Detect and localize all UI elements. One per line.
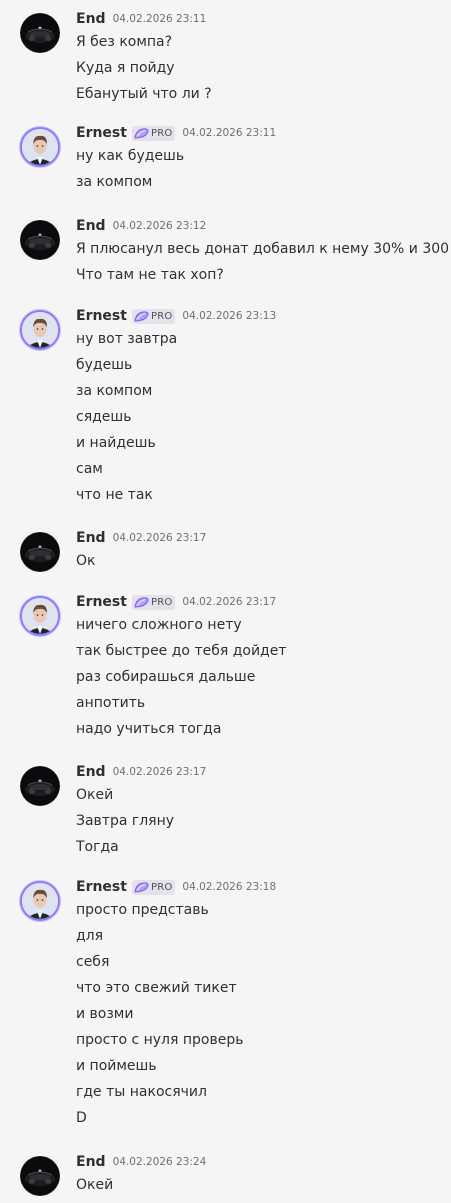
pro-gem-icon: [134, 310, 149, 322]
avatar[interactable]: [20, 220, 60, 260]
message-line: Ебанутый что ли ?: [76, 86, 212, 102]
avatar[interactable]: [20, 127, 60, 167]
username[interactable]: Ernest: [76, 879, 127, 895]
message-content: Я без компа? Куда я пойду Ебанутый что л…: [76, 29, 212, 107]
message-line: Окей: [76, 1177, 114, 1193]
username[interactable]: End: [76, 1154, 106, 1170]
message-line: будешь: [76, 357, 133, 373]
message-line: за компом: [76, 174, 153, 190]
username[interactable]: End: [76, 218, 106, 234]
timestamp[interactable]: 04.02.2026 23:13: [182, 310, 276, 322]
pro-badge-label: PRO: [150, 127, 173, 139]
pro-badge-label: PRO: [150, 310, 173, 322]
timestamp[interactable]: 04.02.2026 23:11: [182, 127, 276, 139]
message-content: Окей Завтра гляну Тогда: [76, 782, 174, 860]
message-header: End 04.02.2026 23:17: [76, 762, 206, 782]
message-line: Я плюсанул весь донат добавил к нему 30%…: [76, 241, 450, 257]
message-line: что не так: [76, 487, 153, 503]
avatar[interactable]: [20, 766, 60, 806]
message-line: где ты накосячил: [76, 1084, 207, 1100]
message-line: себя: [76, 954, 110, 970]
avatar[interactable]: [20, 1156, 60, 1196]
message-line: раз собирашься дальше: [76, 669, 256, 685]
avatar[interactable]: [20, 13, 60, 53]
message-line: просто представь: [76, 902, 209, 918]
message-line: Ок: [76, 553, 96, 569]
message-content: ну вот завтра будешь за компом сядешь и …: [76, 326, 177, 508]
message-content: ничего сложного нету так быстрее до тебя…: [76, 612, 287, 742]
message-header: Ernest PRO 04.02.2026 23:18: [76, 877, 276, 897]
message-line: сам: [76, 461, 103, 477]
username[interactable]: End: [76, 11, 106, 27]
pro-badge[interactable]: PRO: [131, 594, 176, 610]
message-line: надо учиться тогда: [76, 721, 222, 737]
message-line: Тогда: [76, 839, 119, 855]
timestamp[interactable]: 04.02.2026 23:17: [113, 532, 207, 544]
message-content: ну как будешь за компом: [76, 143, 184, 195]
message-header: End 04.02.2026 23:12: [76, 216, 206, 236]
message-line: что это свежий тикет: [76, 980, 237, 996]
pro-badge[interactable]: PRO: [131, 308, 176, 324]
message-line: Завтра гляну: [76, 813, 175, 829]
message-line: просто с нуля проверь: [76, 1032, 244, 1048]
message-line: Окей: [76, 787, 114, 803]
avatar[interactable]: [20, 881, 60, 921]
timestamp[interactable]: 04.02.2026 23:24: [113, 1156, 207, 1168]
timestamp[interactable]: 04.02.2026 23:11: [113, 13, 207, 25]
message-header: Ernest PRO 04.02.2026 23:17: [76, 592, 276, 612]
message-header: Ernest PRO 04.02.2026 23:13: [76, 306, 276, 326]
pro-badge[interactable]: PRO: [131, 879, 176, 895]
timestamp[interactable]: 04.02.2026 23:17: [182, 596, 276, 608]
username[interactable]: Ernest: [76, 125, 127, 141]
message-header: Ernest PRO 04.02.2026 23:11: [76, 123, 276, 143]
message-line: анпотить: [76, 695, 146, 711]
message-line: так быстрее до тебя дойдет: [76, 643, 287, 659]
avatar[interactable]: [20, 596, 60, 636]
message-line: Что там не так хоп?: [76, 267, 224, 283]
username[interactable]: End: [76, 764, 106, 780]
message-line: и найдешь: [76, 435, 156, 451]
message-line: ну вот завтра: [76, 331, 178, 347]
message-content: Я плюсанул весь донат добавил к нему 30%…: [76, 236, 449, 288]
message-header: End 04.02.2026 23:24: [76, 1152, 206, 1172]
pro-gem-icon: [134, 881, 149, 893]
username[interactable]: Ernest: [76, 594, 127, 610]
message-line: Куда я пойду: [76, 60, 175, 76]
pro-badge[interactable]: PRO: [131, 125, 176, 141]
message-content: просто представь для себя что это свежий…: [76, 897, 244, 1131]
message-header: End 04.02.2026 23:17: [76, 528, 206, 548]
timestamp[interactable]: 04.02.2026 23:12: [113, 220, 207, 232]
message-line: Я без компа?: [76, 34, 173, 50]
message-content: Окей: [76, 1172, 113, 1198]
timestamp[interactable]: 04.02.2026 23:17: [113, 766, 207, 778]
pro-gem-icon: [134, 127, 149, 139]
username[interactable]: End: [76, 530, 106, 546]
timestamp[interactable]: 04.02.2026 23:18: [182, 881, 276, 893]
message-header: End 04.02.2026 23:11: [76, 9, 206, 29]
message-line: ничего сложного нету: [76, 617, 242, 633]
message-line: и возми: [76, 1006, 134, 1022]
message-line: за компом: [76, 383, 153, 399]
message-content: Ок: [76, 548, 95, 574]
pro-badge-label: PRO: [150, 596, 173, 608]
message-line: ну как будешь: [76, 148, 185, 164]
message-line: D: [76, 1110, 87, 1126]
username[interactable]: Ernest: [76, 308, 127, 324]
message-line: и поймешь: [76, 1058, 157, 1074]
pro-gem-icon: [134, 596, 149, 608]
avatar[interactable]: [20, 532, 60, 572]
pro-badge-label: PRO: [150, 881, 173, 893]
message-line: для: [76, 928, 104, 944]
message-line: сядешь: [76, 409, 132, 425]
avatar[interactable]: [20, 310, 60, 350]
